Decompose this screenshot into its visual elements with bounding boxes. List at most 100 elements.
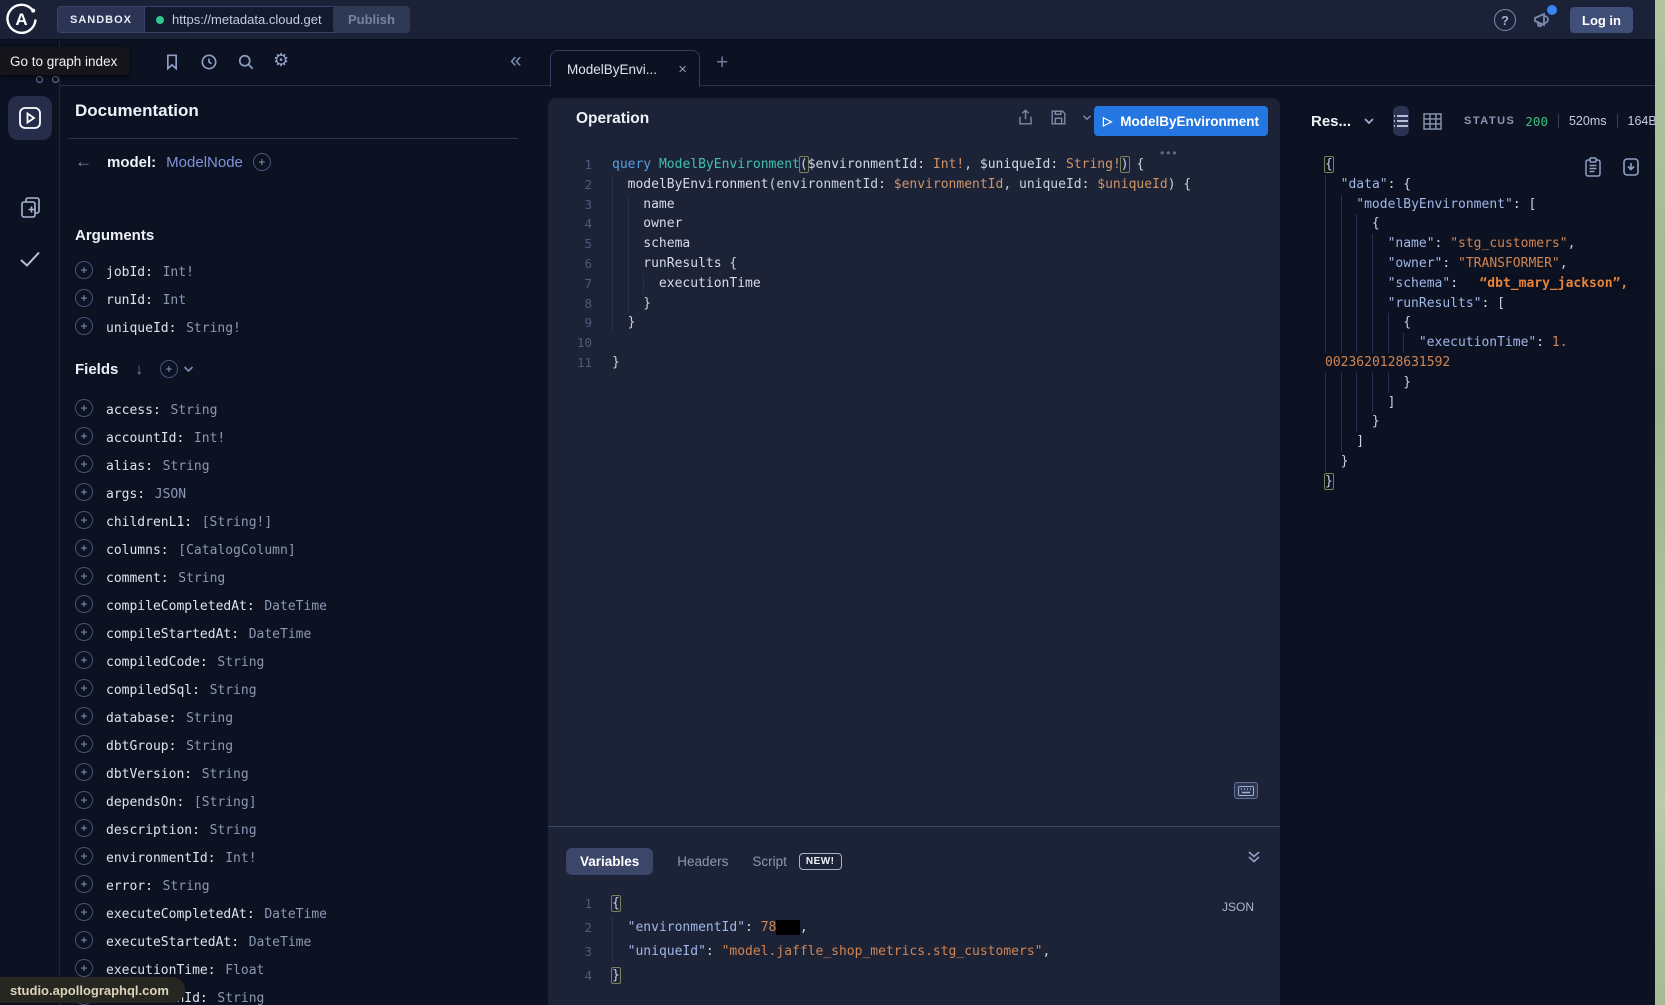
announcements-icon[interactable] bbox=[1531, 8, 1555, 32]
tab-model-by-environment[interactable]: ModelByEnvi... × bbox=[550, 50, 700, 87]
browser-status-bar: studio.apollographql.com bbox=[0, 977, 185, 1003]
collapse-variables-icon[interactable] bbox=[1246, 850, 1262, 864]
add-field-icon[interactable]: + bbox=[75, 483, 93, 501]
nav-checklist[interactable] bbox=[0, 246, 60, 272]
add-field-icon[interactable]: + bbox=[75, 455, 93, 473]
field-row: + compiledCode: String bbox=[75, 646, 327, 674]
field-entry[interactable]: columns: [CatalogColumn] bbox=[106, 539, 296, 558]
nav-collections[interactable] bbox=[0, 195, 60, 220]
help-icon[interactable]: ? bbox=[1494, 9, 1516, 31]
field-entry[interactable]: args: JSON bbox=[106, 483, 186, 502]
field-entry[interactable]: dbtVersion: String bbox=[106, 763, 249, 782]
settings-gear-icon[interactable]: ⚙ bbox=[273, 50, 289, 71]
chevron-down-icon[interactable] bbox=[183, 365, 194, 373]
separator bbox=[1558, 114, 1559, 128]
collapse-sidebar-icon[interactable]: « bbox=[510, 49, 522, 73]
add-field-icon[interactable]: + bbox=[75, 595, 93, 613]
response-size: 164B bbox=[1628, 114, 1657, 128]
add-field-icon[interactable]: + bbox=[75, 875, 93, 893]
endpoint-url-input[interactable]: https://metadata.cloud.get bbox=[172, 12, 330, 27]
add-field-icon[interactable]: + bbox=[75, 399, 93, 417]
editor-variables-divider[interactable] bbox=[548, 826, 1280, 827]
response-dropdown-chevron-icon[interactable] bbox=[1363, 117, 1375, 125]
field-entry[interactable]: alias: String bbox=[106, 455, 210, 474]
doc-title: Documentation bbox=[75, 101, 199, 121]
keyboard-shortcuts-icon[interactable] bbox=[1234, 782, 1258, 799]
new-tab-button[interactable]: + bbox=[716, 51, 728, 75]
field-entry[interactable]: dependsOn: [String] bbox=[106, 791, 257, 810]
argument-entry[interactable]: jobId: Int! bbox=[106, 261, 194, 280]
field-entry[interactable]: compileStartedAt: DateTime bbox=[106, 623, 311, 642]
operation-editor[interactable]: query ModelByEnvironment($environmentId:… bbox=[612, 155, 1191, 373]
response-format-json-button[interactable] bbox=[1393, 106, 1409, 136]
tab-script[interactable]: Script bbox=[752, 854, 787, 869]
tab-close-icon[interactable]: × bbox=[678, 61, 687, 78]
add-field-icon[interactable]: + bbox=[75, 427, 93, 445]
model-type-link[interactable]: ModelNode bbox=[166, 154, 243, 171]
field-entry[interactable]: error: String bbox=[106, 875, 210, 894]
add-field-icon[interactable]: + bbox=[75, 707, 93, 725]
add-field-icon[interactable]: + bbox=[75, 791, 93, 809]
field-entry[interactable]: executionTime: Float bbox=[106, 959, 264, 978]
field-entry[interactable]: comment: String bbox=[106, 567, 225, 586]
add-field-icon[interactable]: + bbox=[75, 903, 93, 921]
add-field-icon[interactable]: + bbox=[75, 317, 93, 335]
field-entry[interactable]: access: String bbox=[106, 399, 217, 418]
back-arrow-icon[interactable]: ← bbox=[75, 152, 92, 172]
add-field-icon[interactable]: + bbox=[75, 511, 93, 529]
add-model-icon[interactable]: + bbox=[253, 153, 271, 171]
tab-headers[interactable]: Headers bbox=[677, 854, 728, 869]
history-icon[interactable] bbox=[199, 52, 219, 72]
add-field-icon[interactable]: + bbox=[75, 651, 93, 669]
add-field-icon[interactable]: + bbox=[75, 847, 93, 865]
add-field-icon[interactable]: + bbox=[75, 567, 93, 585]
save-icon[interactable] bbox=[1049, 108, 1068, 127]
field-entry[interactable]: compiledSql: String bbox=[106, 679, 257, 698]
tab-label: ModelByEnvi... bbox=[567, 62, 657, 77]
argument-entry[interactable]: uniqueId: String! bbox=[106, 317, 241, 336]
field-entry[interactable]: executeStartedAt: DateTime bbox=[106, 931, 311, 950]
field-entry[interactable]: environmentId: Int! bbox=[106, 847, 257, 866]
explorer-play-icon bbox=[17, 105, 43, 131]
add-field-icon[interactable]: + bbox=[75, 539, 93, 557]
add-field-icon[interactable]: + bbox=[75, 763, 93, 781]
share-icon[interactable] bbox=[1016, 108, 1035, 127]
operation-tab-bar: ModelByEnvi... × + bbox=[548, 40, 1655, 86]
field-entry[interactable]: compiledCode: String bbox=[106, 651, 264, 670]
response-header: Res... STATUS 200 520ms 164B bbox=[1296, 100, 1653, 142]
field-entry[interactable]: compileCompletedAt: DateTime bbox=[106, 595, 327, 614]
add-field-icon[interactable]: + bbox=[75, 261, 93, 279]
add-field-icon[interactable]: + bbox=[75, 931, 93, 949]
apollo-logo[interactable]: A bbox=[5, 3, 38, 36]
add-field-icon[interactable]: + bbox=[75, 819, 93, 837]
field-entry[interactable]: childrenL1: [String!] bbox=[106, 511, 272, 530]
variables-editor[interactable]: {"environmentId": 78xxx,"uniqueId": "mod… bbox=[612, 892, 1050, 988]
run-operation-button[interactable]: ▷ ModelByEnvironment bbox=[1094, 106, 1268, 136]
field-row: + access: String bbox=[75, 394, 327, 422]
publish-button[interactable]: Publish bbox=[333, 6, 410, 33]
nav-explorer-selected[interactable] bbox=[8, 96, 52, 140]
bookmark-icon[interactable] bbox=[162, 52, 182, 72]
field-entry[interactable]: accountId: Int! bbox=[106, 427, 225, 446]
save-options-chevron-icon[interactable] bbox=[1082, 114, 1092, 121]
status-label: STATUS bbox=[1464, 115, 1515, 127]
response-table-view-button[interactable] bbox=[1423, 113, 1442, 130]
add-field-icon[interactable]: + bbox=[75, 289, 93, 307]
sort-fields-icon[interactable]: ↓ bbox=[135, 361, 143, 378]
tab-variables[interactable]: Variables bbox=[566, 848, 653, 875]
doc-model-row: ← model: ModelNode + bbox=[75, 152, 271, 172]
add-field-icon[interactable]: + bbox=[75, 679, 93, 697]
search-icon[interactable] bbox=[236, 52, 256, 72]
field-entry[interactable]: dbtGroup: String bbox=[106, 735, 233, 754]
response-body[interactable]: {"data": {"modelByEnvironment": [{"name"… bbox=[1325, 155, 1642, 492]
field-entry[interactable]: description: String bbox=[106, 819, 257, 838]
add-field-icon[interactable]: + bbox=[75, 735, 93, 753]
argument-entry[interactable]: runId: Int bbox=[106, 289, 186, 308]
add-field-icon[interactable]: + bbox=[75, 959, 93, 977]
add-all-fields-icon[interactable]: + bbox=[160, 360, 178, 378]
field-entry[interactable]: database: String bbox=[106, 707, 233, 726]
editor-gutter: 1234567891011 bbox=[548, 155, 592, 373]
login-button[interactable]: Log in bbox=[1570, 7, 1633, 33]
field-entry[interactable]: executeCompletedAt: DateTime bbox=[106, 903, 327, 922]
add-field-icon[interactable]: + bbox=[75, 623, 93, 641]
